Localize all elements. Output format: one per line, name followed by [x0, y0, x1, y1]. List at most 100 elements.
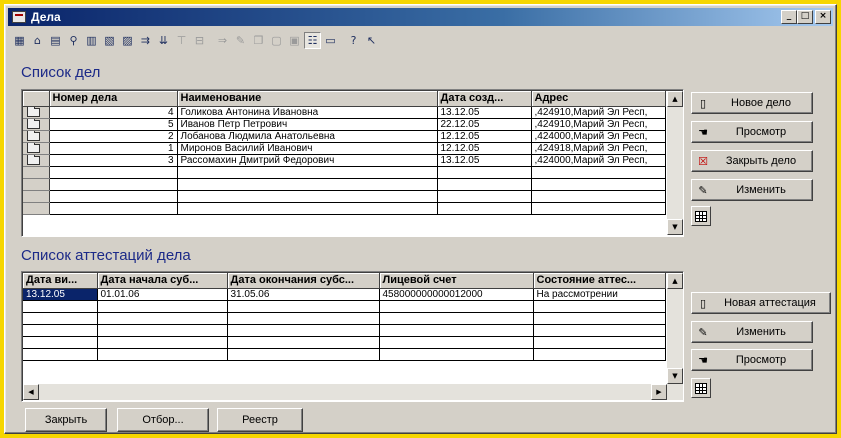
table-cell[interactable] [23, 348, 98, 361]
table-cell[interactable] [227, 324, 380, 337]
table-row[interactable] [23, 312, 666, 325]
table-cell[interactable] [379, 324, 534, 337]
table-cell[interactable] [23, 300, 98, 313]
row-header[interactable] [23, 166, 50, 179]
table-cell[interactable] [379, 336, 534, 349]
table-cell[interactable] [379, 300, 534, 313]
filter-icon[interactable]: ⊤ [173, 32, 190, 49]
table-row[interactable] [23, 336, 666, 349]
table-cell[interactable]: Миронов Василий Иванович [177, 142, 438, 155]
table-cell[interactable]: 22.12.05 [437, 118, 532, 131]
row-header[interactable] [23, 142, 50, 155]
table-cell[interactable] [227, 348, 380, 361]
copy-record-icon[interactable]: ▨ [119, 32, 136, 49]
table-cell[interactable]: ,424918,Марий Эл Респ, [531, 142, 666, 155]
att-hscroll[interactable]: ◀ ▶ [23, 384, 683, 400]
close-button[interactable]: Закрыть [25, 408, 107, 432]
edit-attestation-button[interactable]: ✎ Изменить [691, 321, 813, 343]
table-cell[interactable] [227, 336, 380, 349]
page-icon[interactable]: ▢ [268, 32, 285, 49]
table-cell[interactable]: 3 [49, 154, 178, 167]
table-cell[interactable]: 5 [49, 118, 178, 131]
table-cell[interactable] [97, 348, 228, 361]
cases-col-date[interactable]: Дата созд... [437, 91, 532, 107]
table-cell[interactable] [531, 178, 666, 191]
row-header[interactable] [23, 178, 50, 191]
cases-vscroll[interactable]: ▲ ▼ [667, 91, 683, 235]
table-row[interactable] [23, 166, 666, 179]
table-row[interactable]: 1 Миронов Василий Иванович 12.12.05,424918… [23, 142, 666, 155]
table-cell[interactable]: 12.12.05 [437, 142, 532, 155]
att-vscroll[interactable]: ▲ ▼ [667, 273, 683, 384]
filter-button[interactable]: Отбор... [117, 408, 209, 432]
table-row[interactable] [23, 300, 666, 313]
table-cell[interactable]: 458000000000012000 [379, 288, 534, 301]
row-header[interactable] [23, 154, 50, 167]
row-header[interactable] [23, 118, 50, 131]
table-cell[interactable]: 13.12.05 [437, 154, 532, 167]
table-cell[interactable] [97, 336, 228, 349]
new-attestation-button[interactable]: ▯ Новая аттестация [691, 292, 831, 314]
close-case-button[interactable]: ☒ Закрыть дело [691, 150, 813, 172]
folder-open-icon[interactable]: ⌂ [29, 32, 46, 49]
edit-record-icon[interactable]: ▤ [47, 32, 64, 49]
move-icon[interactable]: ⇉ [137, 32, 154, 49]
att-col-end-date[interactable]: Дата окончания субс... [227, 273, 380, 289]
table-cell[interactable]: ,424000,Марий Эл Респ, [531, 154, 666, 167]
table-cell[interactable] [437, 190, 532, 203]
table-cell[interactable] [177, 166, 438, 179]
tools-icon[interactable]: ✎ [232, 32, 249, 49]
table-cell[interactable] [23, 312, 98, 325]
table-cell[interactable] [227, 312, 380, 325]
table-cell[interactable] [379, 348, 534, 361]
table-cell[interactable]: ,424910,Марий Эл Респ, [531, 118, 666, 131]
monitor-icon[interactable]: ▭ [322, 32, 339, 49]
table-row[interactable] [23, 178, 666, 191]
table-cell[interactable]: 12.12.05 [437, 130, 532, 143]
table-cell[interactable] [49, 190, 178, 203]
print-icon[interactable]: ⊟ [191, 32, 208, 49]
attestations-grid[interactable]: Дата ви... Дата начала суб... Дата оконч… [21, 271, 684, 402]
table-edit-icon[interactable]: ▥ [83, 32, 100, 49]
table-row[interactable]: 2 Лобанова Людмила Анатольевна 12.12.05,42… [23, 130, 666, 143]
table-cell[interactable] [533, 324, 666, 337]
scroll-up-icon[interactable]: ▲ [667, 273, 683, 289]
help-icon[interactable]: ? [345, 32, 362, 49]
minimize-icon[interactable]: _ [781, 10, 797, 24]
scroll-down-icon[interactable]: ▼ [667, 219, 683, 235]
table-cell[interactable] [227, 300, 380, 313]
scroll-down-icon[interactable]: ▼ [667, 368, 683, 384]
table-cell[interactable] [437, 166, 532, 179]
table-cell[interactable] [437, 178, 532, 191]
scroll-up-icon[interactable]: ▲ [667, 91, 683, 107]
att-col-account[interactable]: Лицевой счет [379, 273, 534, 289]
table-cell[interactable] [177, 190, 438, 203]
table-cell[interactable] [531, 190, 666, 203]
table-row[interactable] [23, 324, 666, 337]
att-col-status[interactable]: Состояние аттес... [533, 273, 666, 289]
table-cell[interactable] [531, 202, 666, 215]
table-cell[interactable] [379, 312, 534, 325]
table-cell[interactable]: 01.01.06 [97, 288, 228, 301]
table-cell[interactable]: 31.05.06 [227, 288, 380, 301]
scroll-left-icon[interactable]: ◀ [23, 384, 39, 400]
row-header[interactable] [23, 202, 50, 215]
table-cell[interactable] [533, 312, 666, 325]
cases-col-name[interactable]: Наименование [177, 91, 438, 107]
att-col-issue-date[interactable]: Дата ви... [23, 273, 98, 289]
scroll-right-icon[interactable]: ▶ [651, 384, 667, 400]
new-case-button[interactable]: ▯ Новое дело [691, 92, 813, 114]
table-row[interactable] [23, 348, 666, 361]
table-cell[interactable] [49, 202, 178, 215]
table-cell[interactable]: Голикова Антонина Ивановна [177, 106, 438, 119]
table-cell[interactable]: Рассомахин Дмитрий Федорович [177, 154, 438, 167]
case-table-button[interactable] [691, 206, 711, 226]
maximize-icon[interactable]: □ [797, 10, 813, 24]
cases-grid[interactable]: Номер дела Наименование Дата созд... Адр… [21, 89, 684, 237]
view-case-button[interactable]: ☚ Просмотр [691, 121, 813, 143]
table-cell[interactable]: На рассмотрении [533, 288, 666, 301]
table-row[interactable]: 13.12.05 01.01.06 31.05.06 4580000000000120… [23, 288, 666, 301]
row-header[interactable] [23, 190, 50, 203]
page-image-icon[interactable]: ▣ [286, 32, 303, 49]
table-cell[interactable]: 4 [49, 106, 178, 119]
